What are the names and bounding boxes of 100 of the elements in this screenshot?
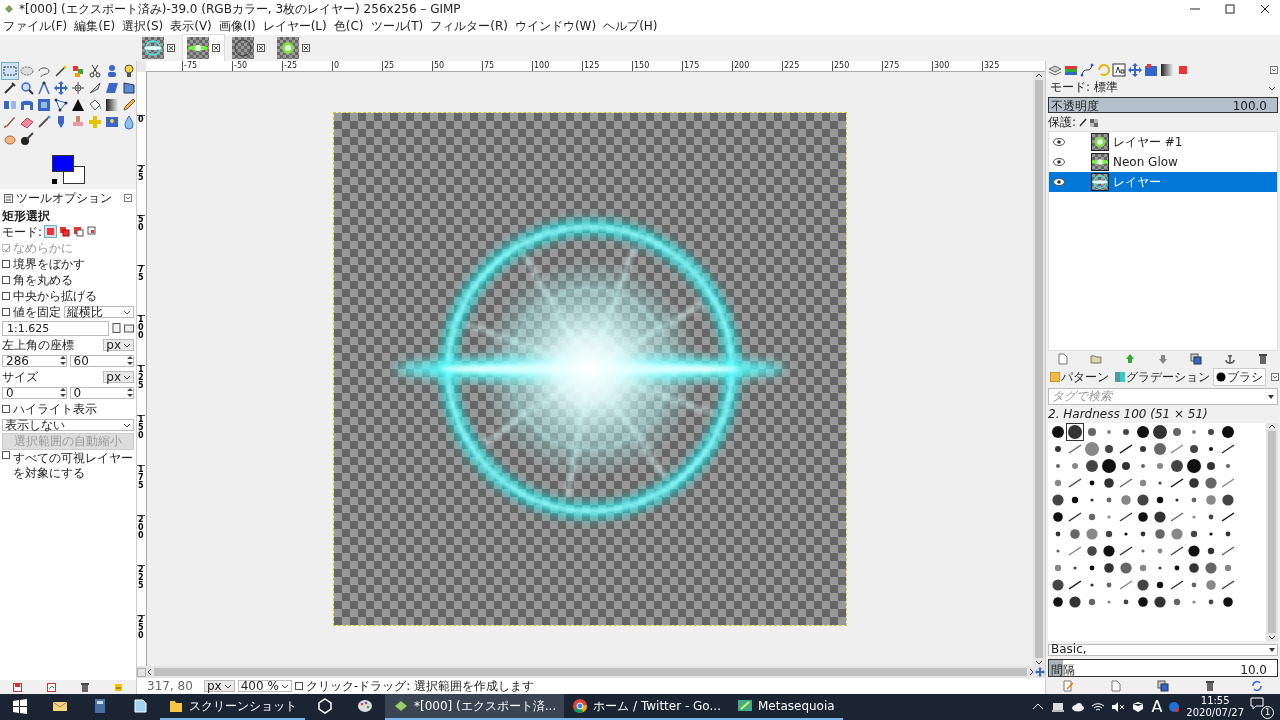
taskbar-button[interactable]: スクリーンショット: [160, 694, 305, 720]
number-field[interactable]: 0: [2, 386, 67, 399]
perspective-icon[interactable]: [121, 80, 137, 96]
panel-tab[interactable]: パターン: [1047, 367, 1112, 387]
duplicate-icon[interactable]: [1190, 353, 1203, 365]
preset-dropdown[interactable]: Basic,: [1048, 643, 1278, 656]
checker-icon[interactable]: [1090, 118, 1099, 127]
square-icon[interactable]: [1176, 63, 1190, 77]
checkbox[interactable]: [2, 451, 10, 460]
navigate-icon[interactable]: [1035, 667, 1045, 677]
taskbar-button[interactable]: Metasequoia: [728, 694, 843, 720]
up-arrow-icon[interactable]: [1123, 353, 1136, 365]
menu-item[interactable]: ウインドウ(W): [514, 19, 597, 34]
horizontal-scrollbar[interactable]: [137, 666, 1045, 678]
trash-icon[interactable]: [1257, 353, 1270, 365]
paintbrush-icon[interactable]: [2, 114, 18, 130]
laptop-icon[interactable]: [1051, 700, 1066, 714]
muted-speaker-icon[interactable]: [1111, 700, 1126, 714]
menu-item[interactable]: 表示(V): [170, 19, 212, 34]
checkbox[interactable]: [2, 291, 10, 300]
scissors-icon[interactable]: [87, 63, 103, 79]
guides-dropdown[interactable]: 表示しない: [2, 418, 134, 431]
layer-row[interactable]: レイヤー: [1049, 172, 1277, 192]
save-icon[interactable]: [12, 682, 22, 692]
taskbar-button[interactable]: ホーム / Twitter - Go...: [564, 694, 729, 720]
checkbox[interactable]: [2, 307, 10, 316]
image-tab[interactable]: [182, 34, 225, 62]
restore-icon[interactable]: [46, 682, 56, 692]
crosshair-icon[interactable]: [70, 80, 86, 96]
menu-item[interactable]: レイヤー(L): [262, 19, 327, 34]
close-box-icon[interactable]: [302, 44, 310, 52]
scroll-up-icon[interactable]: [1035, 72, 1043, 78]
color-swatches[interactable]: [52, 155, 86, 185]
nozzle-icon[interactable]: [36, 114, 52, 130]
framed-box-icon[interactable]: [1112, 63, 1126, 77]
number-field[interactable]: 286: [2, 354, 67, 367]
add-mode-icon[interactable]: [59, 226, 71, 238]
input-method-indicator[interactable]: A: [1151, 697, 1163, 717]
trash-icon[interactable]: [1203, 680, 1216, 692]
color-blocks-icon[interactable]: [70, 63, 86, 79]
panel-menu-icon[interactable]: [1271, 373, 1279, 381]
scroll-right-icon[interactable]: [1029, 668, 1035, 676]
new-page-icon[interactable]: [1056, 353, 1069, 365]
subtract-mode-icon[interactable]: [73, 226, 85, 238]
cloud-icon[interactable]: [1071, 700, 1086, 714]
gradient-icon[interactable]: [1160, 63, 1174, 77]
spin-arrows-icon[interactable]: [59, 355, 66, 367]
checkbox[interactable]: [2, 275, 10, 284]
close-box-icon[interactable]: [212, 44, 220, 52]
folder-icon[interactable]: [1090, 353, 1103, 365]
intersect-mode-icon[interactable]: [87, 226, 99, 238]
unit-dropdown[interactable]: px: [103, 338, 134, 351]
layer-row[interactable]: Neon Glow: [1049, 152, 1277, 172]
menu-item[interactable]: 画像(I): [218, 19, 256, 34]
new-page-icon[interactable]: [1110, 680, 1123, 692]
spin-arrows-icon[interactable]: [127, 355, 133, 367]
menu-item[interactable]: 選択(S): [122, 19, 164, 34]
trash-icon[interactable]: [81, 682, 90, 692]
eye-icon[interactable]: [1053, 138, 1065, 146]
panel-tab[interactable]: グラデーション: [1112, 367, 1213, 387]
replace-mode-icon[interactable]: [45, 226, 57, 238]
wand-icon[interactable]: [53, 63, 69, 79]
move-arrows-icon[interactable]: [1128, 63, 1142, 77]
panel-menu-icon[interactable]: [1270, 66, 1278, 74]
ratio-field[interactable]: 1:1.625: [2, 320, 109, 336]
spacing-slider[interactable]: 間隔 10.0: [1048, 659, 1278, 677]
drop-icon[interactable]: [121, 114, 137, 130]
notification-center[interactable]: 1: [1250, 695, 1274, 719]
reset-icon[interactable]: [114, 682, 124, 692]
checkbox[interactable]: [2, 404, 10, 413]
blade-icon[interactable]: [87, 80, 103, 96]
menu-item[interactable]: ファイル(F): [3, 19, 68, 34]
number-field[interactable]: 60: [69, 354, 134, 367]
close-box-icon[interactable]: [257, 44, 265, 52]
unit-dropdown[interactable]: px: [103, 370, 134, 383]
aspect-dropdown[interactable]: 縦横比: [64, 305, 134, 318]
pencil-icon[interactable]: [121, 97, 137, 113]
panel-menu-icon[interactable]: [124, 194, 132, 203]
box-icon[interactable]: [1131, 700, 1146, 714]
scroll-left-icon[interactable]: [146, 668, 152, 676]
checkbox[interactable]: [2, 259, 10, 268]
panel-tab[interactable]: ブラシ: [1213, 367, 1266, 387]
move-arrows-icon[interactable]: [53, 80, 69, 96]
spin-arrows-icon[interactable]: [127, 387, 133, 399]
scroll-down-icon[interactable]: [1268, 635, 1276, 641]
vertical-scrollbar[interactable]: [1033, 72, 1045, 666]
magnifier-icon[interactable]: [19, 80, 35, 96]
layer-row[interactable]: レイヤー #1: [1049, 132, 1277, 152]
unit-dropdown[interactable]: px: [204, 680, 235, 692]
portrait-frame-icon[interactable]: [104, 114, 120, 130]
scroll-down-icon[interactable]: [1035, 660, 1043, 666]
menu-item[interactable]: ヘルプ(H): [603, 19, 658, 34]
path-nodes-icon[interactable]: [1080, 63, 1094, 77]
eyedropper-icon[interactable]: [2, 80, 18, 96]
vertical-scrollbar[interactable]: [1266, 423, 1278, 641]
number-field[interactable]: 0: [69, 386, 134, 399]
mode-dropdown[interactable]: モード: 標準: [1048, 81, 1278, 94]
clock[interactable]: 11:55 2020/07/27: [1186, 695, 1244, 719]
menu-item[interactable]: 編集(E): [74, 19, 116, 34]
eye-icon[interactable]: [1053, 158, 1065, 166]
